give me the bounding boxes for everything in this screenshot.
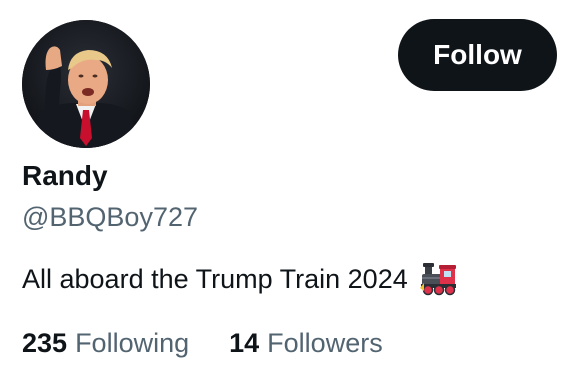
- locomotive-emoji-icon: [419, 261, 458, 297]
- profile-card: Follow Randy @BBQBoy727 All aboard the T…: [0, 0, 566, 384]
- follow-button[interactable]: Follow: [398, 19, 557, 91]
- following-count: 235: [22, 328, 68, 358]
- following-link[interactable]: 235 Following: [22, 325, 189, 361]
- display-name: Randy: [22, 160, 108, 191]
- bio-text: All aboard the Trump Train 2024: [22, 264, 408, 294]
- followers-link[interactable]: 14 Followers: [229, 325, 383, 361]
- avatar-photo: [22, 20, 150, 148]
- avatar[interactable]: [22, 20, 150, 148]
- following-label: Following: [75, 328, 190, 358]
- profile-stats: 235 Following 14 Followers: [22, 325, 383, 361]
- followers-count: 14: [229, 328, 260, 358]
- bio: All aboard the Trump Train 2024: [22, 261, 458, 297]
- followers-label: Followers: [267, 328, 383, 358]
- user-handle: @BBQBoy727: [22, 202, 199, 232]
